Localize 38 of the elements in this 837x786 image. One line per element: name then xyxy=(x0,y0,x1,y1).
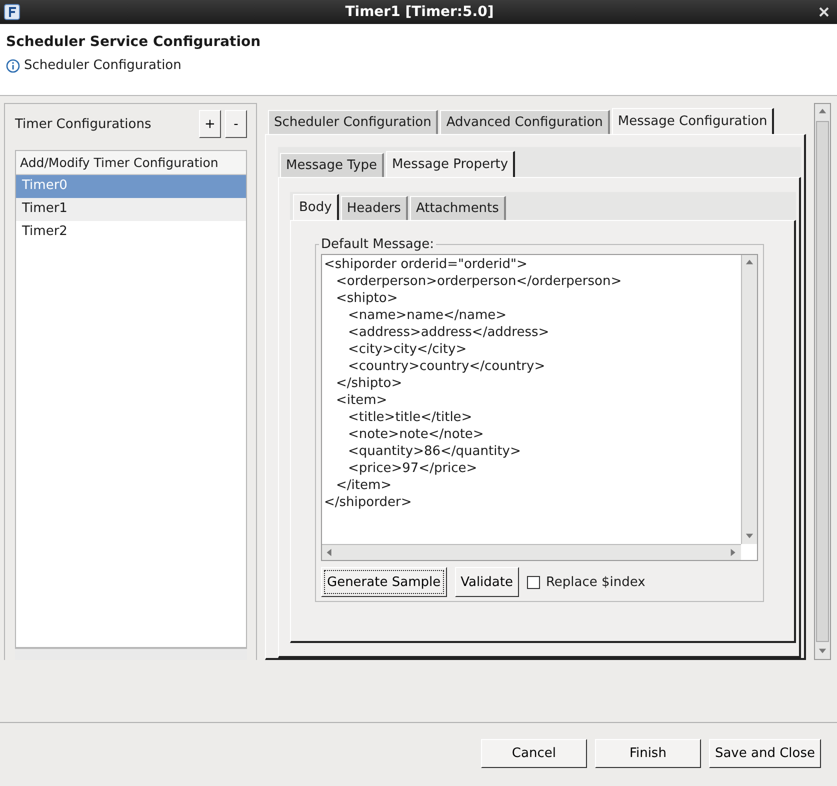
tab[interactable]: Message Type xyxy=(280,153,384,177)
code-line: <price>97</price> xyxy=(347,460,478,477)
column-header: Add/Modify Timer Configuration xyxy=(16,151,246,175)
tab[interactable]: Attachments xyxy=(410,196,506,220)
tab[interactable]: Message Configuration xyxy=(612,108,774,134)
code-line: <orderperson>orderperson</orderperson> xyxy=(335,273,623,290)
code-line: <shiporder orderid="orderid"> xyxy=(324,256,528,273)
code-line: </shipto> xyxy=(335,375,404,392)
code-line: <note>note</note> xyxy=(347,426,485,443)
tab[interactable]: Advanced Configuration xyxy=(440,110,610,134)
validate-button[interactable]: Validate xyxy=(454,567,519,597)
list-item[interactable]: Timer1 xyxy=(16,198,246,221)
dialog-button[interactable]: Save and Close xyxy=(708,739,821,768)
generate-sample-button[interactable]: Generate Sample xyxy=(321,567,447,597)
dialog-button[interactable]: Finish xyxy=(594,739,701,768)
code-line: <name>name</name> xyxy=(347,307,508,324)
code-line: <shipto> xyxy=(335,290,399,307)
tab[interactable]: Scheduler Configuration xyxy=(268,110,438,134)
code-line: <item> xyxy=(335,392,388,409)
dialog-button[interactable]: Cancel xyxy=(480,739,587,768)
code-line: </item> xyxy=(335,477,393,494)
checkbox-label: Replace $index xyxy=(546,574,646,590)
remove-button[interactable]: - xyxy=(225,110,247,138)
tab[interactable]: Headers xyxy=(340,196,408,220)
panel-title: Timer Configurations xyxy=(15,116,152,132)
tab[interactable]: Message Property xyxy=(386,151,516,177)
group-label: Default Message: xyxy=(320,237,435,252)
page-title: Scheduler Service Configuration xyxy=(6,34,262,50)
tab[interactable]: Body xyxy=(293,194,339,220)
code-line: <quantity>86</quantity> xyxy=(347,443,522,460)
add-button[interactable]: + xyxy=(199,110,221,138)
code-line: <city>city</city> xyxy=(347,341,468,358)
code-line: <country>country</country> xyxy=(347,358,546,375)
code-line: <address>address</address> xyxy=(347,324,550,341)
code-line: </shiporder> xyxy=(324,494,413,511)
window-title: Timer1 [Timer:5.0] xyxy=(344,4,495,20)
code-line: <title>title</title> xyxy=(347,409,474,426)
info-text: Scheduler Configuration xyxy=(24,58,182,73)
